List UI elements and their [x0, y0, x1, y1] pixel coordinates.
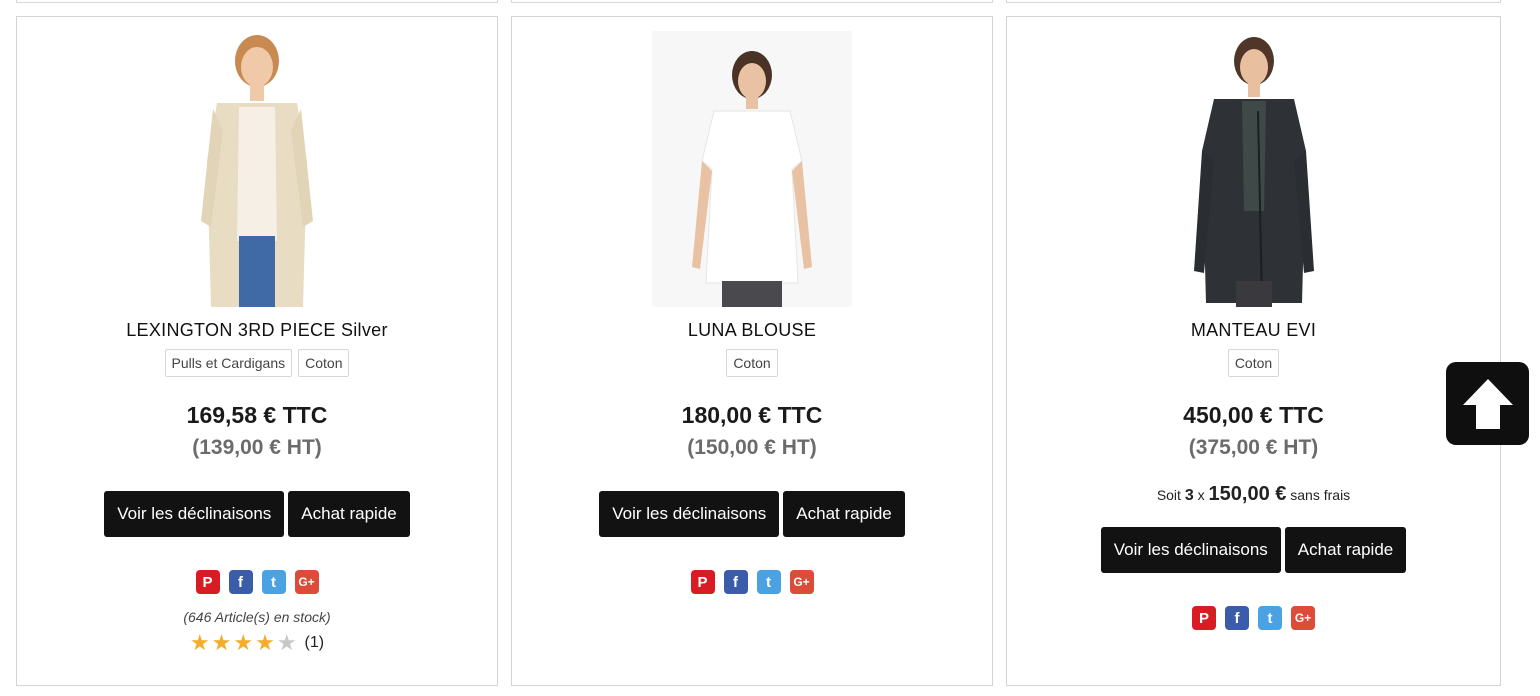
price-ht: (150,00 € HT)	[687, 436, 817, 459]
twitter-icon[interactable]: t	[1258, 606, 1282, 630]
quick-buy-button[interactable]: Achat rapide	[288, 491, 410, 537]
google-plus-icon[interactable]: G+	[1291, 606, 1315, 630]
price-ht: (139,00 € HT)	[192, 436, 322, 459]
installment-prefix: Soit	[1156, 487, 1181, 503]
star-full-icon: ★	[255, 630, 275, 655]
action-buttons: Voir les déclinaisons Achat rapide	[104, 491, 410, 537]
stock-status: (646 Article(s) en stock)	[183, 609, 331, 625]
previous-card-edge	[1006, 0, 1501, 3]
product-photo-coat	[1153, 31, 1354, 307]
social-share: P f t G+	[690, 570, 814, 594]
star-empty-icon: ★	[276, 630, 297, 655]
pinterest-icon[interactable]: P	[690, 570, 715, 594]
back-to-top-button[interactable]	[1446, 362, 1529, 445]
action-buttons: Voir les déclinaisons Achat rapide	[1100, 527, 1407, 573]
product-image[interactable]	[157, 31, 357, 307]
product-image[interactable]	[652, 31, 852, 307]
star-full-icon: ★	[211, 630, 232, 655]
tag-material[interactable]: Coton	[1227, 349, 1280, 377]
installment-times: x	[1197, 487, 1205, 503]
review-count[interactable]: (1)	[305, 634, 325, 652]
star-full-icon: ★	[189, 630, 210, 655]
arrow-up-icon	[1462, 378, 1513, 429]
tag-category[interactable]: Pulls et Cardigans	[164, 349, 293, 377]
quick-buy-button[interactable]: Achat rapide	[783, 491, 905, 537]
view-variants-button[interactable]: Voir les déclinaisons	[599, 491, 780, 537]
product-card: MANTEAU EVI Coton 450,00 € TTC (375,00 €…	[1006, 16, 1501, 686]
price-ttc: 180,00 € TTC	[681, 402, 823, 428]
price-ttc: 450,00 € TTC	[1183, 402, 1324, 428]
view-variants-button[interactable]: Voir les déclinaisons	[104, 491, 285, 537]
product-title[interactable]: LUNA BLOUSE	[688, 319, 816, 341]
product-card: LUNA BLOUSE Coton 180,00 € TTC (150,00 €…	[511, 16, 993, 686]
facebook-icon[interactable]: f	[723, 570, 748, 594]
pinterest-icon[interactable]: P	[1192, 606, 1216, 630]
installment-offer: Soit 3 x 150,00 € sans frais	[1157, 481, 1350, 507]
product-tags: Pulls et Cardigans Coton	[164, 349, 350, 377]
tag-material[interactable]: Coton	[298, 349, 350, 377]
installment-count: 3	[1184, 487, 1194, 504]
view-variants-button[interactable]: Voir les déclinaisons	[1100, 527, 1281, 573]
social-share: P f t G+	[1192, 606, 1315, 630]
price-ht: (375,00 € HT)	[1188, 436, 1319, 459]
action-buttons: Voir les déclinaisons Achat rapide	[599, 491, 905, 537]
twitter-icon[interactable]: t	[261, 570, 286, 594]
product-photo-cardigan	[157, 31, 357, 307]
rating[interactable]: ★ ★ ★ ★ ★ (1)	[190, 632, 324, 654]
twitter-icon[interactable]: t	[756, 570, 781, 594]
google-plus-icon[interactable]: G+	[789, 570, 814, 594]
product-tags: Coton	[726, 349, 778, 377]
tag-material[interactable]: Coton	[726, 349, 778, 377]
product-card: LEXINGTON 3RD PIECE Silver Pulls et Card…	[16, 16, 498, 686]
star-full-icon: ★	[233, 630, 254, 655]
previous-card-edge	[16, 0, 498, 3]
previous-card-edge	[511, 0, 993, 3]
product-photo-blouse	[652, 31, 852, 307]
facebook-icon[interactable]: f	[228, 570, 253, 594]
product-image[interactable]	[1153, 31, 1354, 307]
installment-suffix: sans frais	[1290, 487, 1351, 503]
quick-buy-button[interactable]: Achat rapide	[1284, 527, 1407, 573]
price-ttc: 169,58 € TTC	[186, 402, 328, 428]
google-plus-icon[interactable]: G+	[294, 570, 319, 594]
product-title[interactable]: MANTEAU EVI	[1191, 319, 1316, 341]
facebook-icon[interactable]: f	[1225, 606, 1249, 630]
product-title[interactable]: LEXINGTON 3RD PIECE Silver	[126, 319, 388, 341]
pinterest-icon[interactable]: P	[195, 570, 220, 594]
social-share: P f t G+	[195, 570, 319, 594]
product-tags: Coton	[1227, 349, 1280, 377]
installment-amount: 150,00 €	[1208, 483, 1287, 505]
